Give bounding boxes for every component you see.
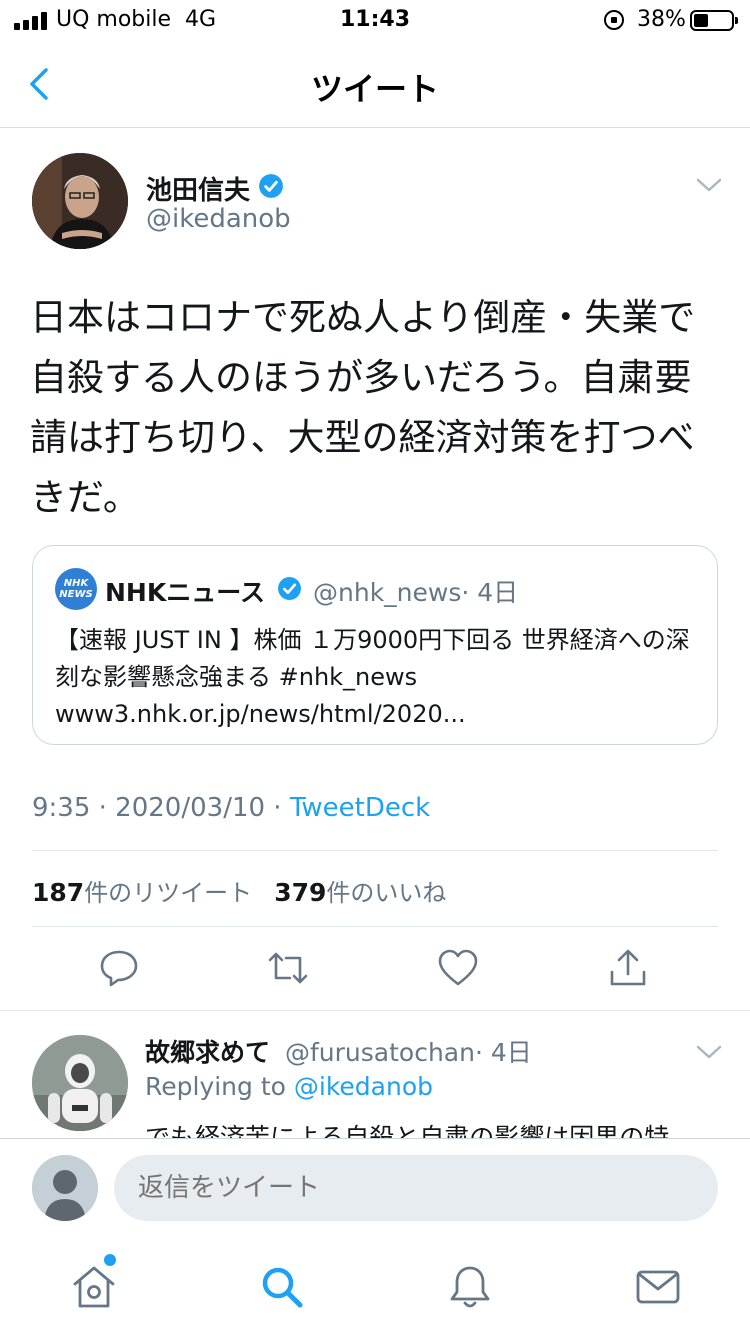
- reply-input[interactable]: [114, 1155, 718, 1221]
- reply-author-handle: @furusatochan· 4日: [285, 1038, 532, 1067]
- status-bar: UQ mobile 4G 11:43 38%: [0, 0, 750, 42]
- tweet-timestamp: 9:35 · 2020/03/10 · TweetDeck: [32, 793, 431, 823]
- retweet-button[interactable]: [266, 946, 310, 990]
- author-avatar[interactable]: [32, 153, 128, 249]
- verified-badge-icon: [259, 174, 283, 198]
- verified-badge-icon: [278, 577, 301, 600]
- reply-author-name[interactable]: 故郷求めて: [145, 1033, 270, 1069]
- share-icon: [610, 949, 646, 986]
- tweet-source-link[interactable]: TweetDeck: [290, 793, 430, 823]
- replying-to-handle-link[interactable]: @ikedanob: [294, 1072, 433, 1101]
- replying-to: Replying to @ikedanob: [145, 1072, 434, 1101]
- tab-search[interactable]: [257, 1262, 307, 1312]
- retweet-count-link[interactable]: 187件のリツイート: [32, 878, 252, 907]
- battery-icon: [690, 10, 738, 31]
- quote-author-handle: @nhk_news· 4日: [313, 578, 519, 607]
- page-title: ツイート: [310, 70, 439, 108]
- author-photo: [32, 153, 128, 249]
- share-button[interactable]: [606, 946, 650, 990]
- chevron-down-icon: [696, 178, 722, 192]
- notification-dot: [104, 1254, 116, 1266]
- tab-bar: [0, 1236, 750, 1334]
- search-icon: [262, 1267, 303, 1308]
- divider: [32, 926, 718, 927]
- notifications-icon: [450, 1266, 490, 1308]
- tweet-stats: 187件のリツイート 379件のいいね: [32, 873, 446, 908]
- messages-icon: [636, 1270, 680, 1304]
- reply-icon: [100, 950, 138, 987]
- robot-photo: [32, 1035, 128, 1131]
- author-name[interactable]: 池田信夫: [146, 170, 250, 207]
- nav-bar: ツイート: [0, 42, 750, 128]
- tab-messages[interactable]: [633, 1262, 683, 1312]
- quoted-tweet-card[interactable]: NHK NEWS NHKニュース @nhk_news· 4日 【速報 JUST I…: [32, 545, 718, 745]
- reply-button[interactable]: [97, 946, 141, 990]
- quote-text: 【速報 JUST IN 】株価 １万9000円下回る 世界経済への深刻な影響懸念…: [55, 626, 690, 728]
- quote-author-name: NHKニュース: [105, 578, 265, 607]
- divider: [32, 850, 718, 851]
- like-icon: [438, 949, 478, 986]
- reply-tweet[interactable]: 故郷求めて @furusatochan· 4日 Replying to @ike…: [0, 1010, 750, 1138]
- like-count-link[interactable]: 379件のいいね: [274, 878, 446, 907]
- home-icon: [73, 1266, 115, 1308]
- tweet-text: 日本はコロナで死ぬ人より倒産・失業で自殺する人のほうが多いだろう。自粛要請は打ち…: [30, 296, 696, 519]
- user-avatar[interactable]: [32, 1155, 98, 1221]
- chevron-down-icon: [696, 1045, 722, 1059]
- default-avatar-icon: [32, 1155, 98, 1221]
- reply-author-avatar[interactable]: [32, 1035, 128, 1131]
- tab-notifications[interactable]: [445, 1262, 495, 1312]
- orientation-lock-icon: [604, 10, 624, 30]
- compose-bar: [0, 1138, 750, 1236]
- tab-home[interactable]: [69, 1262, 119, 1312]
- author-handle[interactable]: @ikedanob: [146, 204, 291, 234]
- tweet-menu-button[interactable]: [694, 174, 724, 196]
- reply-text: でも経済苦による自殺と自粛の影響は因果の特: [145, 1123, 670, 1138]
- reply-menu-button[interactable]: [694, 1041, 724, 1063]
- nhk-logo: NHK NEWS: [55, 568, 97, 610]
- battery-percent: 38%: [637, 7, 686, 32]
- like-button[interactable]: [436, 946, 480, 990]
- retweet-icon: [268, 952, 308, 984]
